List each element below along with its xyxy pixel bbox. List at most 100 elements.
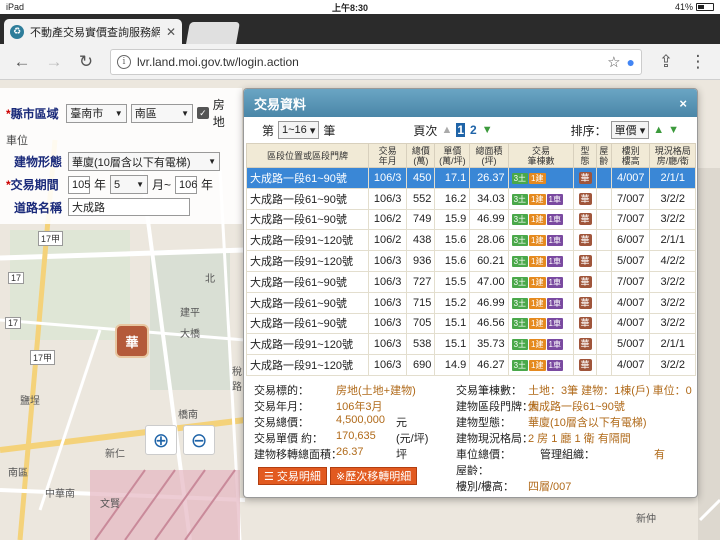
cell-unit: 14.9 (434, 354, 471, 376)
map-label: 南區 (8, 468, 28, 479)
table-row[interactable]: 大成路一段61~90號 106/3 450 17.1 26.37 3土 1建華 4/007 2/… (246, 167, 696, 189)
column-header: 區段位置或區段門牌 (246, 143, 369, 168)
cell-floor: 5/007 (611, 250, 651, 272)
list-icon: ☰ (264, 470, 277, 483)
table-row[interactable]: 大成路一段91~120號 106/3 538 15.1 35.73 3土 1建 1車華 5/00… (246, 333, 696, 356)
building-type-select[interactable]: 華廈(10層含以下有電梯) ▼ (68, 152, 220, 171)
cell-unit: 15.1 (434, 312, 471, 335)
battery-percent: 41% (674, 2, 693, 12)
property-checkbox[interactable]: ✓ (197, 107, 209, 119)
table-row[interactable]: 大成路一段61~90號 106/3 727 15.5 47.00 3土 1建 1車華 7/007… (246, 270, 696, 293)
road-label: 17甲 (38, 231, 64, 246)
microphone-icon[interactable]: ● (627, 54, 635, 70)
next-page-icon[interactable]: ▼ (482, 124, 493, 136)
sort-asc-icon[interactable]: ▲ (653, 124, 664, 136)
detail-value: 106年3月 (336, 400, 383, 413)
year-unit-2: 年 (201, 178, 214, 192)
sort-desc-icon[interactable]: ▼ (668, 124, 679, 136)
cell-addr: 大成路一段61~90號 (246, 187, 369, 210)
column-header: 總價 (萬) (406, 143, 436, 168)
cell-area: 47.00 (469, 270, 509, 293)
detail-value: 4,500,000 (336, 413, 385, 426)
table-row[interactable]: 大成路一段61~90號 106/2 749 15.9 46.99 3土 1建 1車華 7/007… (246, 208, 696, 231)
table-row[interactable]: 大成路一段61~90號 106/3 715 15.2 46.99 3土 1建 1車華 4/007… (246, 291, 696, 314)
transaction-detail-button[interactable]: ☰ 交易明細 (258, 467, 327, 485)
cell-addr: 大成路一段91~120號 (246, 250, 369, 272)
menu-dots-icon[interactable]: ⋮ (682, 48, 714, 76)
map-marker-hua[interactable]: 華 (115, 324, 149, 358)
battery-icon (696, 3, 714, 11)
cell-floor: 5/007 (611, 333, 651, 356)
column-header: 交易 筆棟數 (507, 143, 575, 168)
table-row[interactable]: 大成路一段91~120號 106/2 438 15.6 28.06 3土 1建 1車華 6/00… (246, 229, 696, 252)
close-icon[interactable]: × (679, 96, 687, 111)
year-from-input[interactable]: 105 (68, 175, 90, 194)
table-row[interactable]: 大成路一段61~90號 106/3 552 16.2 34.03 3土 1建 1車華 7/007… (246, 187, 696, 210)
close-tab-icon[interactable]: ✕ (166, 25, 176, 39)
cell-type: 華 (573, 208, 597, 231)
range-select[interactable]: 1~16 ▾ (278, 121, 320, 139)
search-form: *縣市區域 臺南市 ▼ 南區 ▼ ✓ 房地 車位 建物形態 華廈(10層含以下有電梯… (0, 88, 242, 224)
cell-total: 749 (406, 208, 436, 231)
page-1-link[interactable]: 1 (456, 123, 466, 137)
tx-tag: 3土 (511, 318, 529, 330)
cell-tx-count: 3土 1建 1車 (507, 208, 575, 231)
city-select[interactable]: 臺南市 ▼ (66, 103, 127, 123)
month-from-select[interactable]: 5 ▼ (110, 175, 149, 194)
cell-total: 438 (406, 229, 436, 252)
cell-age (595, 187, 613, 210)
prev-page-icon[interactable]: ▲ (441, 124, 452, 136)
tx-tag: 3土 (511, 297, 529, 309)
bookmark-star-icon[interactable]: ☆ (607, 53, 620, 71)
road-name-label: 道路名稱 (14, 200, 63, 215)
info-icon[interactable]: i (117, 54, 131, 69)
address-bar[interactable]: i lvr.land.moi.gov.tw/login.action ☆ ● (110, 48, 642, 75)
modal-title: 交易資料 (254, 96, 307, 112)
cell-age (595, 333, 613, 356)
forward-arrow-icon[interactable]: → (38, 48, 70, 76)
district-select[interactable]: 南區 ▼ (130, 103, 194, 123)
new-tab-button[interactable] (186, 22, 240, 44)
cell-layout: 2/1/1 (649, 333, 696, 356)
zoom-in-icon[interactable]: ⊕ (145, 425, 177, 455)
column-header: 現況格局 房/廳/衛 (649, 143, 696, 168)
ios-status-bar: iPad 上午8:30 41% (0, 0, 720, 14)
cell-type: 華 (573, 354, 597, 376)
detail-value: 26.37 (336, 445, 364, 458)
cell-floor: 4/007 (611, 354, 651, 376)
cell-unit: 15.6 (434, 250, 471, 272)
cell-addr: 大成路一段61~90號 (246, 208, 369, 231)
tx-tag: 3土 (511, 193, 529, 205)
zoom-out-icon[interactable]: ⊖ (183, 425, 215, 455)
road-name-input[interactable]: 大成路 (68, 198, 190, 216)
column-header: 總面積 (坪) (469, 143, 509, 168)
road-label: 17甲 (30, 350, 56, 365)
table-row[interactable]: 大成路一段61~90號 106/3 705 15.1 46.56 3土 1建 1車華 4/007… (246, 312, 696, 335)
tx-tag: 1車 (546, 214, 563, 226)
detail-label: 交易單價 約： (254, 432, 324, 445)
share-icon[interactable]: ⇪ (650, 48, 682, 76)
page-2-link[interactable]: 2 (469, 123, 478, 137)
tx-tag: 1車 (546, 276, 563, 288)
cell-addr: 大成路一段91~120號 (246, 333, 369, 356)
cell-tx-count: 3土 1建 (507, 167, 575, 189)
cell-floor: 7/007 (611, 270, 651, 293)
cell-unit: 16.2 (434, 187, 471, 210)
sort-select[interactable]: 單價 ▾ (610, 121, 650, 139)
history-detail-button[interactable]: ※歷次移轉明細 (330, 467, 418, 485)
cell-unit: 15.6 (434, 229, 471, 252)
table-row[interactable]: 大成路一段91~120號 106/3 690 14.9 46.27 3土 1建 1車華 4/00… (246, 354, 696, 376)
year-to-input[interactable]: 106 (175, 175, 197, 194)
cell-total: 705 (406, 312, 436, 335)
table-row[interactable]: 大成路一段91~120號 106/3 936 15.6 60.21 3土 1建 1車華 5/00… (246, 250, 696, 272)
transactions-table: 區段位置或區段門牌 交易 年月 總價 (萬) 單價 (萬/坪) 總面積 (坪) 交易 筆棟數型態屋齡… (246, 143, 696, 376)
cell-layout: 3/2/2 (649, 208, 696, 231)
url-text[interactable]: lvr.land.moi.gov.tw/login.action (137, 55, 601, 69)
reload-icon[interactable]: ↻ (70, 48, 102, 76)
cell-addr: 大成路一段61~90號 (246, 312, 369, 335)
tx-tag: 1建 (529, 297, 546, 309)
browser-tab[interactable]: ♻ 不動產交易實價查詢服務網 ✕ (4, 19, 182, 44)
back-arrow-icon[interactable]: ← (6, 48, 38, 76)
column-header: 屋齡 (595, 143, 613, 168)
tx-tag: 3土 (511, 339, 529, 351)
